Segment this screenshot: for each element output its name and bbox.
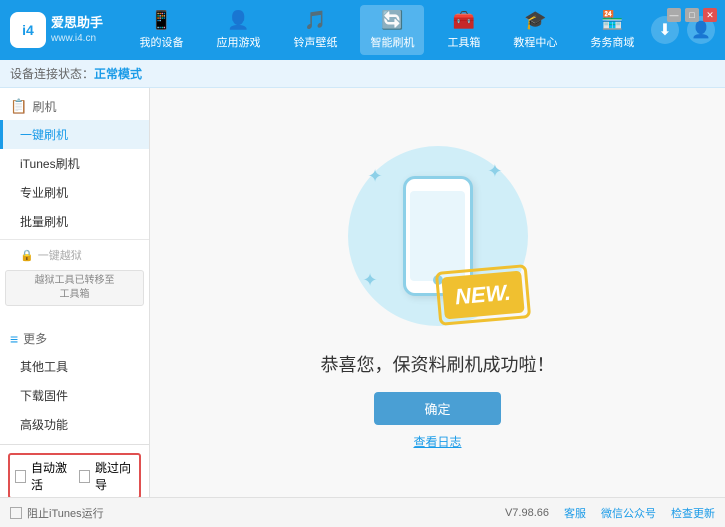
nav-ringtones-label: 铃声壁纸: [293, 34, 337, 50]
guide-import-label: 跳过向导: [95, 459, 134, 493]
nav-my-device-label: 我的设备: [140, 34, 184, 50]
flash-section-label: 刷机: [32, 98, 56, 115]
nav-apps[interactable]: 👤 应用游戏: [206, 5, 270, 55]
download-firmware-label: 下载固件: [20, 389, 68, 403]
connection-mode: 正常模式: [94, 65, 142, 82]
sidebar-item-itunes-flash[interactable]: iTunes刷机: [0, 149, 149, 178]
pro-flash-label: 专业刷机: [20, 186, 68, 200]
nav-ringtones[interactable]: 🎵 铃声壁纸: [283, 5, 347, 55]
device-icon: 📱: [150, 10, 172, 31]
auto-activate-checkbox[interactable]: [15, 470, 26, 483]
auto-activate-label: 自动激活: [31, 459, 70, 493]
nav-smart-flash-label: 智能刷机: [370, 34, 414, 50]
note-line1: 越狱工具已转移至: [14, 274, 135, 288]
sidebar-disabled-jailbreak: 🔒 一键越狱: [0, 243, 149, 267]
main-content: ✦ ✦ ✦ NEW. 恭喜您，保资料刷机成功啦！ 确定 查看日志: [150, 88, 725, 497]
nav-bar: 📱 我的设备 👤 应用游戏 🎵 铃声壁纸 🔄 智能刷机 🧰 工具箱 🎓 教程中心…: [123, 5, 651, 55]
app-header: i4 爱思助手 www.i4.cn 📱 我的设备 👤 应用游戏 🎵 铃声壁纸 🔄…: [0, 0, 725, 60]
itunes-flash-label: iTunes刷机: [20, 157, 80, 171]
sidebar-item-batch-flash[interactable]: 批量刷机: [0, 207, 149, 236]
flash-section: 📋 刷机 一键刷机 iTunes刷机 专业刷机 批量刷机 🔒 一键越狱 越狱工具…: [0, 88, 149, 314]
check-update-link[interactable]: 检查更新: [671, 505, 715, 521]
ringtones-icon: 🎵: [304, 10, 326, 31]
itunes-block-checkbox[interactable]: [10, 507, 22, 519]
footer-right: V7.98.66 客服 微信公众号 检查更新: [505, 505, 715, 521]
nav-tutorials-label: 教程中心: [513, 34, 557, 50]
services-icon: 🏪: [601, 10, 623, 31]
nav-apps-label: 应用游戏: [216, 34, 260, 50]
nav-services-label: 务务商域: [590, 34, 634, 50]
more-section: ≡ 更多 其他工具 下载固件 高级功能: [0, 320, 149, 444]
sparkle-icon-3: ✦: [363, 270, 378, 291]
customer-service-link[interactable]: 客服: [564, 505, 586, 521]
advanced-label: 高级功能: [20, 418, 68, 432]
minimize-button[interactable]: —: [667, 8, 681, 22]
sidebar-item-pro-flash[interactable]: 专业刷机: [0, 178, 149, 207]
more-label: 更多: [23, 330, 47, 347]
flash-icon: 🔄: [381, 10, 403, 31]
toolbar-row: 设备连接状态： 正常模式: [0, 60, 725, 88]
more-icon: ≡: [10, 331, 18, 347]
tutorials-icon: 🎓: [524, 10, 546, 31]
app-logo: i4 爱思助手 www.i4.cn: [10, 12, 103, 48]
logo-icon: i4: [10, 12, 46, 48]
sparkle-icon-1: ✦: [368, 166, 383, 187]
flash-header: 📋 刷机: [0, 93, 149, 120]
itunes-label: 阻止iTunes运行: [27, 505, 104, 521]
view-log-button[interactable]: 查看日志: [413, 433, 461, 450]
lock-icon: 🔒: [20, 249, 34, 262]
close-button[interactable]: ✕: [703, 8, 717, 22]
one-key-flash-label: 一键刷机: [20, 128, 68, 142]
sparkle-icon-2: ✦: [487, 161, 502, 182]
wechat-link[interactable]: 微信公众号: [601, 505, 656, 521]
nav-smart-flash[interactable]: 🔄 智能刷机: [360, 5, 424, 55]
disabled-label: 一键越狱: [38, 247, 82, 263]
nav-my-device[interactable]: 📱 我的设备: [130, 5, 194, 55]
sidebar-item-other-tools[interactable]: 其他工具: [0, 352, 149, 381]
more-header: ≡ 更多: [0, 325, 149, 352]
sidebar-divider-1: [0, 239, 149, 240]
logo-name: 爱思助手: [51, 14, 103, 32]
connection-prefix: 设备连接状态：: [10, 65, 94, 82]
confirm-button[interactable]: 确定: [374, 392, 500, 425]
batch-flash-label: 批量刷机: [20, 215, 68, 229]
auto-options-row: 自动激活 跳过向导: [8, 453, 141, 497]
phone-screen: [410, 191, 465, 281]
tools-icon: 🧰: [453, 10, 475, 31]
nav-services[interactable]: 🏪 务务商域: [580, 5, 644, 55]
sidebar-item-one-key-flash[interactable]: 一键刷机: [0, 120, 149, 149]
nav-tools[interactable]: 🧰 工具箱: [437, 5, 490, 55]
sidebar-item-advanced[interactable]: 高级功能: [0, 410, 149, 439]
sidebar-note: 越狱工具已转移至 工具箱: [5, 270, 144, 306]
phone-illustration: ✦ ✦ ✦ NEW.: [338, 136, 538, 336]
sidebar-bottom: 自动激活 跳过向导 📱 iPhone 15 Pro Max 512GB iPho…: [0, 444, 149, 497]
sidebar-item-download-firmware[interactable]: 下载固件: [0, 381, 149, 410]
version-number: V7.98.66: [505, 507, 549, 519]
new-badge: NEW.: [441, 270, 524, 319]
flash-section-icon: 📋: [10, 98, 27, 115]
nav-tutorials[interactable]: 🎓 教程中心: [503, 5, 567, 55]
app-footer: 阻止iTunes运行 V7.98.66 客服 微信公众号 检查更新: [0, 497, 725, 527]
sidebar: 📋 刷机 一键刷机 iTunes刷机 专业刷机 批量刷机 🔒 一键越狱 越狱工具…: [0, 88, 150, 497]
footer-left: 阻止iTunes运行: [10, 505, 104, 521]
success-message: 恭喜您，保资料刷机成功啦！: [321, 351, 555, 377]
guide-import-checkbox[interactable]: [79, 470, 90, 483]
logo-url: www.i4.cn: [51, 32, 103, 46]
other-tools-label: 其他工具: [20, 360, 68, 374]
apps-icon: 👤: [227, 10, 249, 31]
maximize-button[interactable]: □: [685, 8, 699, 22]
nav-tools-label: 工具箱: [447, 34, 480, 50]
note-line2: 工具箱: [14, 288, 135, 302]
